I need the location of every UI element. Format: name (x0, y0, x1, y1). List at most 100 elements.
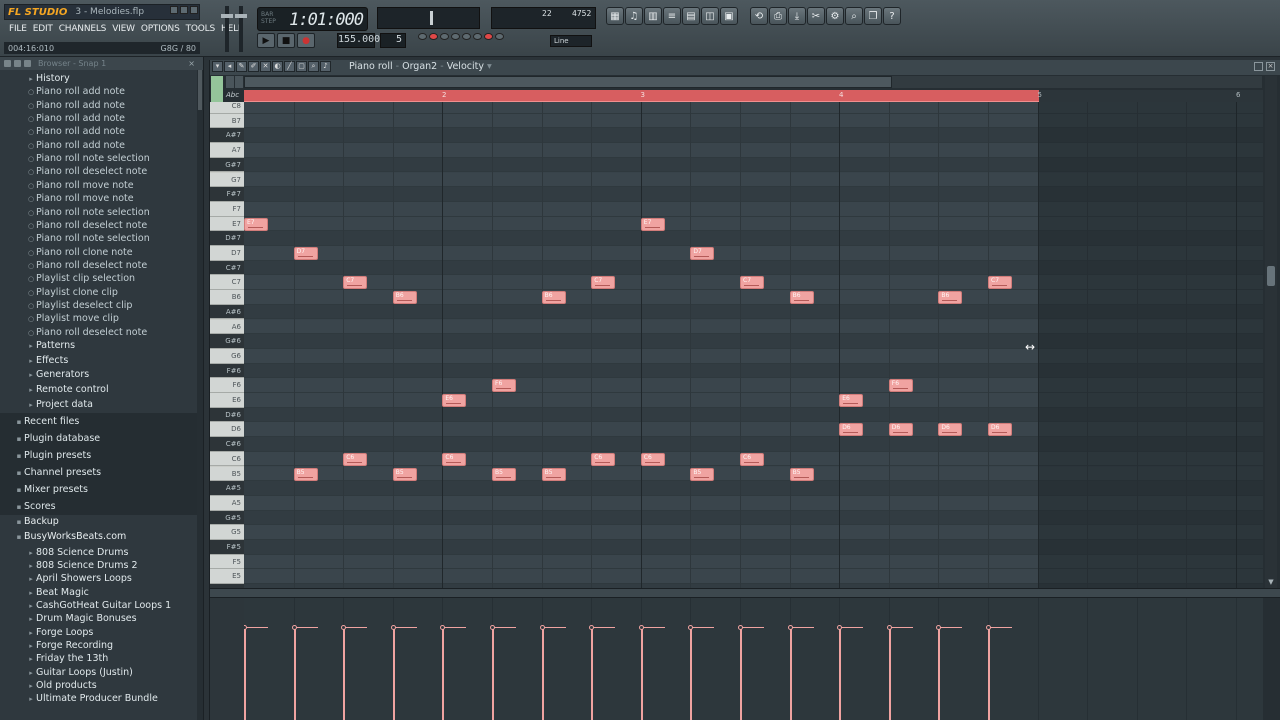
browser-folder-row[interactable]: ▸ Forge Recording (0, 639, 198, 652)
piano-key[interactable]: E6 (210, 393, 244, 408)
piano-key[interactable]: G#6 (210, 334, 244, 349)
velocity-handle[interactable] (490, 625, 495, 631)
velocity-handle[interactable] (837, 625, 843, 631)
menu-view[interactable]: VIEW (109, 24, 138, 34)
blend-toggle[interactable] (462, 33, 471, 40)
browser-item-row[interactable]: ○ Playlist deselect clip (0, 299, 198, 312)
browser-folder-row[interactable]: ▸ Drum Magic Bonuses (0, 612, 198, 625)
browser-item-row[interactable]: ○ Playlist clone clip (0, 286, 198, 299)
channel-name[interactable]: Organ2 (402, 61, 437, 72)
velocity-bar[interactable] (888, 627, 891, 720)
browser-item-row[interactable]: ○ Piano roll note selection (0, 232, 198, 245)
note-grid[interactable]: E7 D7 C7 B6 E6 F6 B6 C7 E7 D7 C7 B6 E6 F6 B6 C7 B5 C6 B5 C6… (244, 102, 1263, 588)
search-icon[interactable]: ⌕ (845, 7, 863, 25)
piano-key[interactable]: F5 (210, 554, 244, 570)
tempo-field[interactable]: 155.000 (337, 33, 380, 48)
velocity-bar[interactable] (541, 627, 544, 720)
note[interactable]: E6 (839, 394, 864, 407)
piano-key[interactable]: B6 (210, 290, 244, 305)
pr-maximize-icon[interactable] (1254, 62, 1263, 71)
browser-folder-row[interactable]: ▸ April Showers Loops (0, 572, 198, 585)
browser-folder-row[interactable]: ▸ Generators (0, 368, 198, 381)
browser-folder-row[interactable]: ▸ Old products (0, 679, 198, 692)
horizontal-scroll-track[interactable] (892, 76, 1262, 88)
piano-key[interactable]: G#5 (210, 510, 244, 526)
piano-key[interactable]: G5 (210, 525, 244, 540)
pr-close-icon[interactable]: × (1266, 62, 1275, 71)
velocity-bar[interactable] (690, 627, 693, 720)
piano-key[interactable]: A7 (210, 143, 244, 158)
browser-folder-row[interactable]: ▸ 808 Science Drums 2 (0, 559, 198, 572)
rec-mode-toggle[interactable] (484, 33, 493, 40)
note[interactable]: C6 (591, 452, 616, 466)
horizontal-scrollbar[interactable] (244, 76, 892, 88)
plugin-icon[interactable]: ◫ (701, 7, 719, 25)
browser-item-row[interactable]: ○ Piano roll add note (0, 99, 198, 112)
note[interactable]: C7 (591, 276, 616, 290)
browser-item-row[interactable]: ○ Piano roll note selection (0, 152, 198, 165)
menu-file[interactable]: FILE (6, 24, 30, 34)
velocity-handle[interactable] (440, 625, 446, 631)
piano-key[interactable]: E7 (210, 216, 244, 232)
note[interactable]: D6 (988, 423, 1012, 437)
browser-item-row[interactable]: ○ Piano roll deselect note (0, 165, 198, 178)
note[interactable]: B5 (690, 467, 715, 481)
piano-key[interactable]: C8 (210, 102, 244, 114)
browser-folder-row[interactable]: ▸ Friday the 13th (0, 652, 198, 665)
browser-folder-row[interactable]: ▸ Forge Loops (0, 626, 198, 639)
draw-icon[interactable]: ✎ (236, 61, 247, 72)
piano-key[interactable]: C#7 (210, 260, 244, 276)
velocity-handle[interactable] (638, 625, 644, 631)
piano-key[interactable]: F7 (210, 201, 244, 217)
maximize-icon[interactable] (180, 6, 188, 14)
velocity-handle[interactable] (738, 625, 743, 631)
browser-section-row[interactable]: ▪ Plugin presets (0, 446, 198, 464)
browser-section-hdr-row[interactable]: ▪ BusyWorksBeats.com (0, 530, 198, 543)
browser-forward-icon[interactable] (24, 60, 31, 67)
piano-key[interactable]: A#6 (210, 304, 244, 320)
menu-channels[interactable]: CHANNELS (56, 24, 110, 34)
browser-close-icon[interactable]: × (188, 59, 195, 68)
piano-key[interactable]: A5 (210, 495, 244, 511)
scroll-down-icon[interactable]: ▼ (1265, 578, 1277, 588)
browser-folder-row[interactable]: ▸ Effects (0, 354, 198, 367)
browser-item-row[interactable]: ○ Piano roll move note (0, 179, 198, 192)
browser-item-row[interactable]: ○ Playlist clip selection (0, 272, 198, 285)
note[interactable]: F6 (492, 379, 516, 393)
browser-folder-row[interactable]: ▸ Guitar Loops (Justin) (0, 666, 198, 679)
browser-item-row[interactable]: ○ Piano roll clone note (0, 246, 198, 259)
note[interactable]: B5 (392, 467, 417, 481)
velocity-handle[interactable] (589, 625, 595, 631)
note[interactable]: C6 (442, 452, 467, 466)
browser-folder-row[interactable]: ▸ Beat Magic (0, 586, 198, 599)
note[interactable]: D6 (888, 423, 913, 437)
browser-item-row[interactable]: ○ Piano roll deselect note (0, 259, 198, 272)
save-icon[interactable]: ⎙ (769, 7, 787, 25)
browser-section-row[interactable]: ▪ Scores (0, 497, 198, 515)
velocity-bar[interactable] (492, 627, 494, 720)
browser-item-row[interactable]: ○ Piano roll note selection (0, 206, 198, 219)
piano-key[interactable]: A6 (210, 319, 244, 335)
piano-key[interactable]: D7 (210, 246, 244, 261)
piano-key[interactable]: F#5 (210, 540, 244, 555)
velocity-handle[interactable] (688, 625, 694, 631)
zoom-in-icon[interactable] (235, 76, 243, 88)
velocity-bar[interactable] (343, 627, 346, 720)
timeline-ruler[interactable]: 2 3 4 5 6 (244, 90, 1263, 102)
note[interactable]: B6 (938, 291, 963, 305)
view-icon[interactable]: ▣ (720, 7, 738, 25)
select-icon[interactable]: ▢ (296, 61, 307, 72)
options-icon[interactable]: ▾ (212, 61, 223, 72)
menu-edit[interactable]: EDIT (30, 24, 56, 34)
velocity-handle[interactable] (341, 625, 347, 631)
countdown-toggle[interactable] (440, 33, 449, 40)
piano-key[interactable]: F#7 (210, 187, 244, 202)
metronome-toggle[interactable] (418, 33, 427, 40)
velocity-bar[interactable] (293, 627, 296, 720)
piano-key[interactable]: D6 (210, 422, 244, 438)
step-edit-toggle[interactable] (451, 33, 460, 40)
piano-key[interactable]: G#7 (210, 157, 244, 173)
velocity-bar[interactable] (740, 627, 742, 720)
playback-icon[interactable]: ♪ (320, 61, 331, 72)
note[interactable]: E7 (640, 217, 665, 231)
